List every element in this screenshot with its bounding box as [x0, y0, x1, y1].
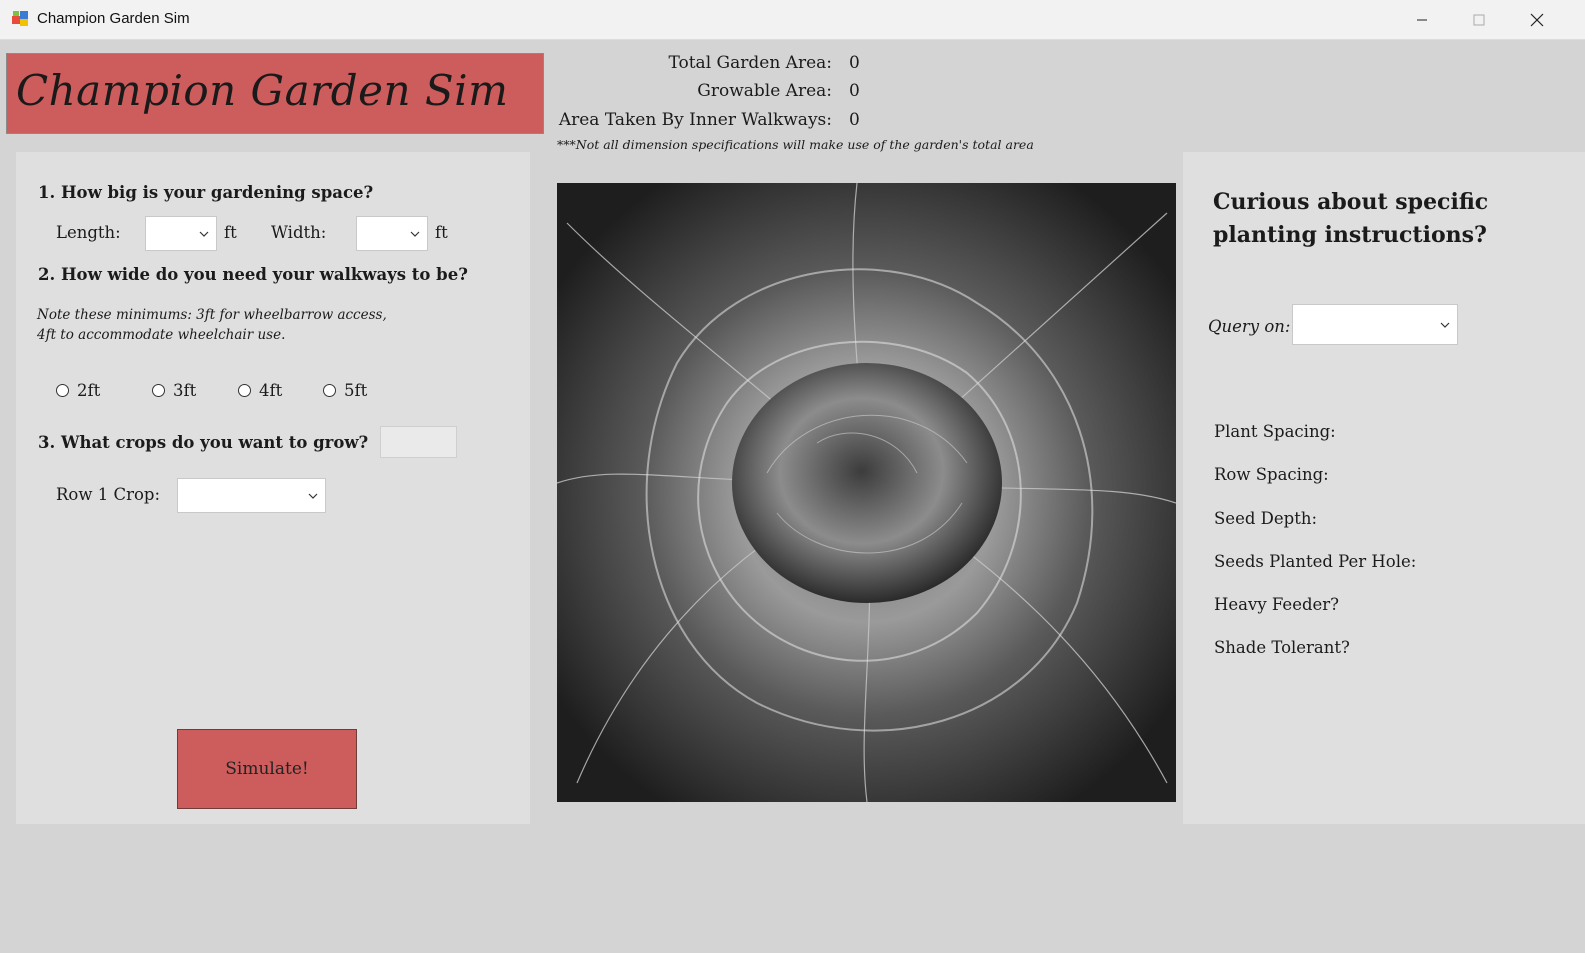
- cabbage-image: [557, 183, 1176, 802]
- length-unit: ft: [224, 223, 237, 242]
- crop-count-input[interactable]: [380, 426, 457, 458]
- growable-area-label: Growable Area:: [697, 81, 832, 101]
- shade-tolerant-label: Shade Tolerant?: [1214, 638, 1350, 657]
- row-spacing-label: Row Spacing:: [1214, 465, 1329, 484]
- length-label: Length:: [56, 223, 121, 242]
- minimize-button[interactable]: [1393, 0, 1450, 39]
- row1-crop-label: Row 1 Crop:: [56, 485, 161, 504]
- close-icon: [1530, 13, 1543, 26]
- query-label: Query on:: [1208, 317, 1291, 336]
- walkway-option-4ft[interactable]: 4ft: [238, 381, 282, 400]
- query-dropdown[interactable]: [1292, 304, 1458, 345]
- app-icon: [12, 11, 28, 26]
- chevron-down-icon: [308, 493, 318, 499]
- chevron-down-icon: [1440, 322, 1450, 328]
- window-title: Champion Garden Sim: [37, 10, 190, 27]
- plant-spacing-label: Plant Spacing:: [1214, 422, 1336, 441]
- info-panel: [1183, 152, 1585, 824]
- row1-crop-dropdown[interactable]: [177, 478, 326, 513]
- width-label: Width:: [271, 223, 327, 242]
- total-area-value: 0: [849, 53, 860, 73]
- walkway-option-label: 3ft: [173, 381, 197, 400]
- walkway-option-2ft[interactable]: 2ft: [56, 381, 100, 400]
- walkway-option-label: 5ft: [344, 381, 368, 400]
- radio-circle[interactable]: [152, 384, 165, 397]
- walkway-option-label: 4ft: [259, 381, 283, 400]
- maximize-button[interactable]: [1450, 0, 1507, 39]
- growable-area-value: 0: [849, 81, 860, 101]
- width-unit: ft: [435, 223, 448, 242]
- info-heading: Curious about specific planting instruct…: [1213, 189, 1489, 248]
- length-dropdown[interactable]: [145, 216, 217, 251]
- question-walkway-width: 2. How wide do you need your walkways to…: [38, 265, 468, 284]
- chevron-down-icon: [410, 231, 420, 237]
- app-heading: Champion Garden Sim: [16, 66, 509, 115]
- area-footnote: ***Not all dimension specifications will…: [557, 137, 1034, 152]
- walkway-option-3ft[interactable]: 3ft: [152, 381, 196, 400]
- total-area-label: Total Garden Area:: [668, 53, 832, 73]
- walkway-option-label: 2ft: [77, 381, 101, 400]
- radio-circle[interactable]: [56, 384, 69, 397]
- radio-circle[interactable]: [238, 384, 251, 397]
- walkway-option-5ft[interactable]: 5ft: [323, 381, 367, 400]
- seed-depth-label: Seed Depth:: [1214, 509, 1318, 528]
- walkway-note-line1: Note these minimums: 3ft for wheelbarrow…: [37, 307, 387, 323]
- close-button[interactable]: [1508, 0, 1565, 39]
- chevron-down-icon: [199, 231, 209, 237]
- question-garden-size: 1. How big is your gardening space?: [38, 183, 374, 202]
- radio-circle[interactable]: [323, 384, 336, 397]
- minimize-icon: [1416, 19, 1427, 20]
- window-titlebar: [0, 0, 1585, 40]
- seeds-per-hole-label: Seeds Planted Per Hole:: [1214, 552, 1417, 571]
- question-crops: 3. What crops do you want to grow?: [38, 433, 369, 452]
- walkway-area-value: 0: [849, 110, 860, 130]
- walkway-area-label: Area Taken By Inner Walkways:: [558, 110, 832, 130]
- heavy-feeder-label: Heavy Feeder?: [1214, 595, 1340, 614]
- width-dropdown[interactable]: [356, 216, 428, 251]
- walkway-note: Note these minimums: 3ft for wheelbarrow…: [37, 305, 387, 345]
- maximize-icon: [1473, 14, 1484, 25]
- simulate-button[interactable]: Simulate!: [177, 729, 357, 809]
- walkway-note-line2: 4ft to accommodate wheelchair use.: [37, 327, 286, 343]
